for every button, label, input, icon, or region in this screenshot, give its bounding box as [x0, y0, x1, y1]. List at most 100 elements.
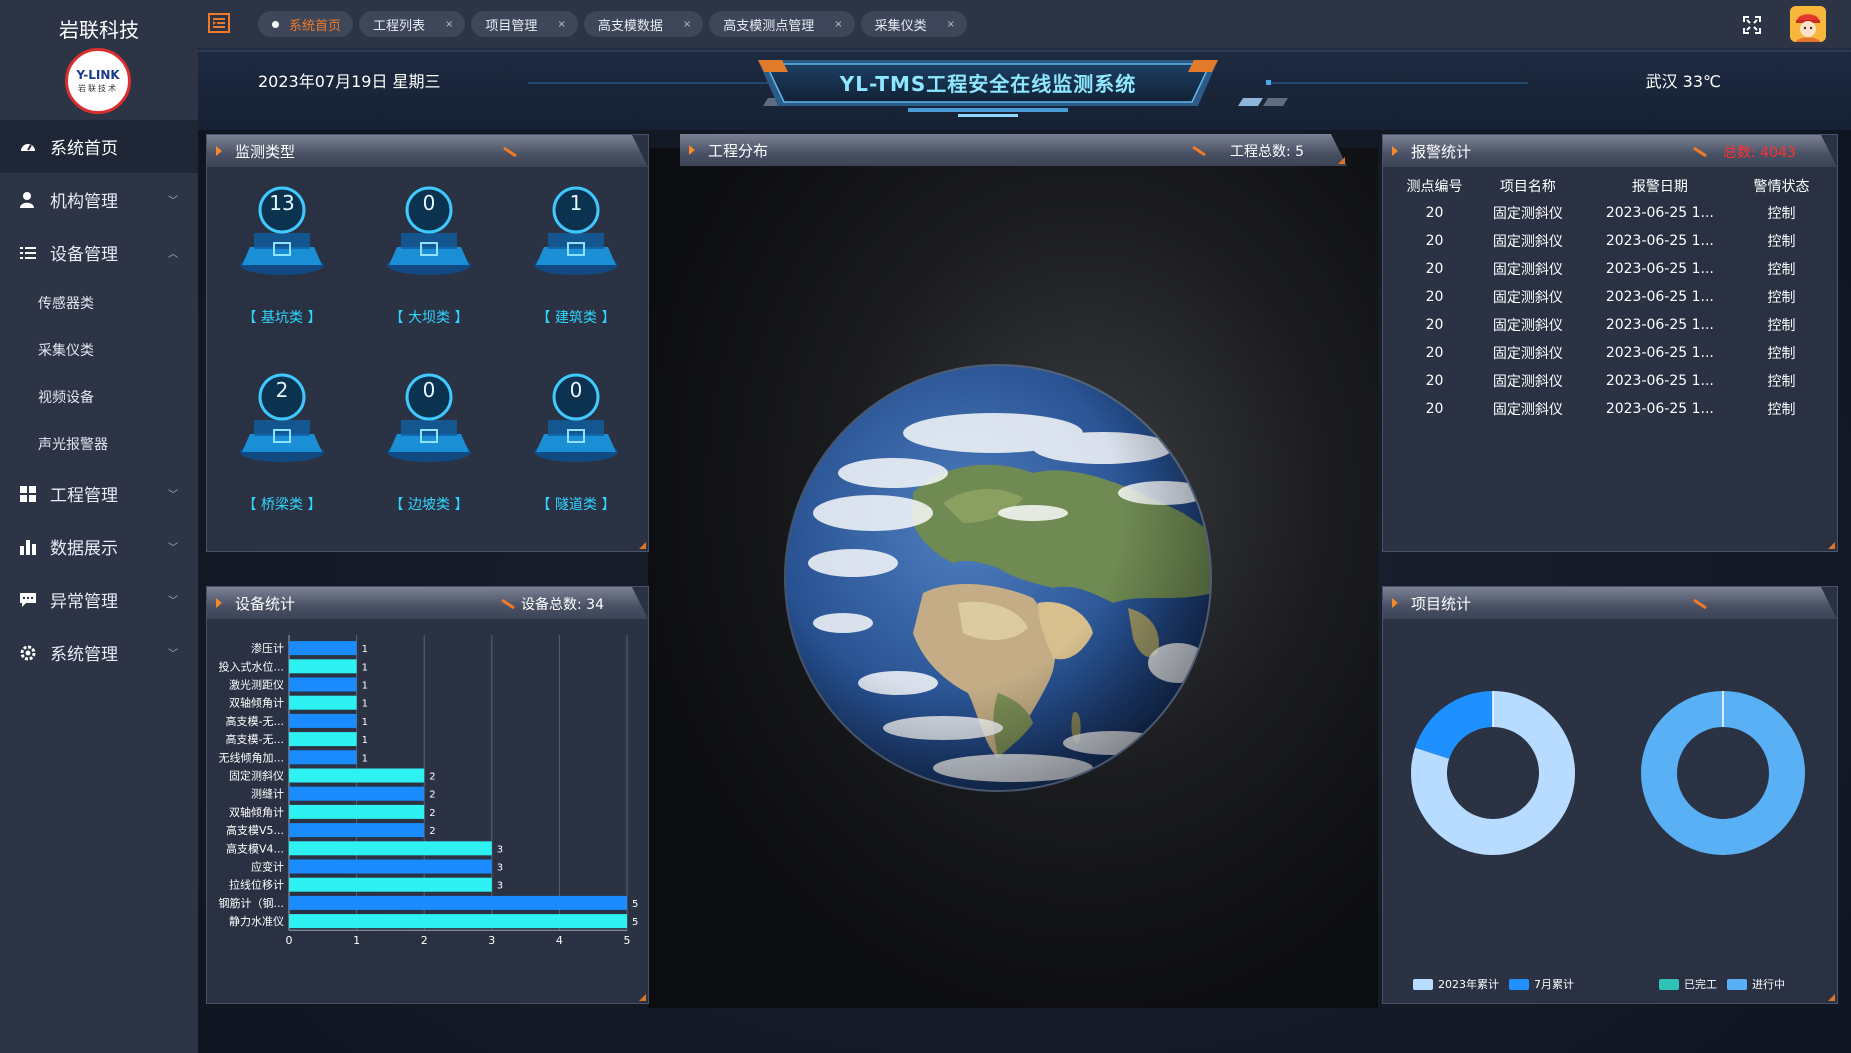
cell-status: 控制: [1767, 290, 1796, 306]
chart-bar[interactable]: [289, 677, 357, 692]
chart-bar[interactable]: [289, 823, 425, 838]
bar-value-label: 1: [362, 644, 368, 655]
dashboard-icon: [18, 137, 38, 157]
tab-bar: 系统首页 工程列表 × 项目管理 × 高支模数据 × 高支模测点管理 × 采集仪…: [258, 11, 968, 37]
chart-bar[interactable]: [289, 914, 627, 929]
legend-swatch: [1727, 978, 1747, 990]
earth-globe[interactable]: [783, 363, 1213, 793]
table-row[interactable]: 20 固定测斜仪 2023-06-25 1... 控制: [1393, 199, 1823, 227]
table-row[interactable]: 20 固定测斜仪 2023-06-25 1... 控制: [1393, 367, 1823, 395]
chart-bar[interactable]: [289, 732, 357, 747]
cell-name: 固定测斜仪: [1492, 346, 1563, 362]
tab-formwork-points[interactable]: 高支模测点管理 ×: [709, 11, 855, 37]
bar-value-label: 5: [632, 917, 638, 928]
monitor-count: 1: [569, 191, 583, 215]
sidebar-item-device[interactable]: 设备管理 ︿: [0, 226, 198, 279]
chart-bar[interactable]: [289, 859, 492, 874]
table-row[interactable]: 20 固定测斜仪 2023-06-25 1... 控制: [1393, 311, 1823, 339]
chevron-up-icon: ︿: [168, 249, 178, 260]
cell-id: 20: [1425, 317, 1444, 333]
table-row[interactable]: 20 固定测斜仪 2023-06-25 1... 控制: [1393, 283, 1823, 311]
tab-project-list[interactable]: 工程列表 ×: [359, 11, 466, 37]
panel-title: 工程分布: [708, 142, 769, 160]
chart-bar[interactable]: [289, 786, 425, 801]
bar-value-label: 2: [429, 808, 435, 819]
table-row[interactable]: 20 固定测斜仪 2023-06-25 1... 控制: [1393, 255, 1823, 283]
monitor-type-slope[interactable]: 0 【 边坡类 】: [369, 366, 489, 526]
close-icon[interactable]: ×: [683, 19, 691, 30]
dashboard: 2023年07月19日 星期三 YL-TMS工程安全在线监测系统 武汉 33℃: [198, 48, 1851, 1053]
chart-bar[interactable]: [289, 659, 357, 674]
y-tick-label: 固定测斜仪: [229, 769, 284, 783]
chart-bar[interactable]: [289, 695, 357, 710]
project-distribution-panel: 工程分布 工程总数: 5: [680, 134, 1347, 166]
y-tick-label: 双轴倾角计: [229, 805, 284, 819]
tab-project-management[interactable]: 项目管理 ×: [471, 11, 578, 37]
table-row[interactable]: 20 固定测斜仪 2023-06-25 1... 控制: [1393, 227, 1823, 255]
sidebar-item-data[interactable]: 数据展示 ﹀: [0, 520, 198, 573]
chevron-down-icon: ﹀: [168, 543, 178, 554]
earth-map-view[interactable]: [648, 148, 1378, 1008]
table-row[interactable]: 20 固定测斜仪 2023-06-25 1... 控制: [1393, 339, 1823, 367]
chart-bar[interactable]: [289, 877, 492, 892]
logo-text: Y-LINK: [76, 68, 120, 82]
monitor-count: 0: [569, 378, 583, 402]
close-icon[interactable]: ×: [445, 19, 453, 30]
column-header: 报警日期: [1631, 179, 1688, 195]
monitor-type-bridge[interactable]: 2 【 桥梁类 】: [222, 366, 342, 526]
sidebar-item-system[interactable]: 系统管理 ﹀: [0, 626, 198, 679]
monitor-type-label: 【 桥梁类 】: [242, 497, 322, 513]
bar-value-label: 1: [362, 735, 368, 746]
sidebar-item-label: 数据展示: [50, 539, 118, 559]
chart-bar[interactable]: [289, 895, 627, 910]
monitor-type-foundation-pit[interactable]: 13 【 基坑类 】: [222, 179, 342, 339]
chart-bar[interactable]: [289, 750, 357, 765]
sidebar-subitem-alarm-device[interactable]: 声光报警器: [0, 420, 198, 467]
donut-slice[interactable]: [1415, 691, 1493, 759]
chart-bar[interactable]: [289, 713, 357, 728]
sidebar-subitem-collector[interactable]: 采集仪类: [0, 326, 198, 373]
sidebar-item-exception[interactable]: 异常管理 ﹀: [0, 573, 198, 626]
chart-bar[interactable]: [289, 641, 357, 656]
donut-slice[interactable]: [1641, 691, 1805, 855]
sidebar-item-org[interactable]: 机构管理 ﹀: [0, 173, 198, 226]
tab-collector[interactable]: 采集仪类 ×: [860, 11, 968, 37]
fullscreen-icon[interactable]: [1743, 16, 1761, 34]
sidebar-item-label: 工程管理: [50, 486, 118, 506]
close-icon[interactable]: ×: [947, 19, 955, 30]
tab-formwork-data[interactable]: 高支模数据 ×: [583, 11, 704, 37]
sidebar-item-label: 系统首页: [50, 139, 118, 159]
cell-name: 固定测斜仪: [1492, 206, 1563, 222]
company-logo: Y-LINK 岩联技术: [65, 48, 131, 114]
sidebar-item-home[interactable]: 系统首页: [0, 120, 198, 173]
panel-header: 设备统计 设备总数: 34: [207, 587, 648, 619]
monitor-type-building[interactable]: 1 【 建筑类 】: [516, 179, 636, 339]
monitor-type-tunnel[interactable]: 0 【 隧道类 】: [516, 366, 636, 526]
menu-fold-icon[interactable]: [208, 12, 230, 34]
sidebar-item-label: 异常管理: [50, 592, 118, 612]
avatar[interactable]: [1790, 6, 1826, 42]
table-row[interactable]: 20 固定测斜仪 2023-06-25 1... 控制: [1393, 395, 1823, 423]
chart-bar[interactable]: [289, 841, 492, 856]
monitor-type-dam[interactable]: 0 【 大坝类 】: [369, 179, 489, 339]
chart-bar[interactable]: [289, 804, 425, 819]
bar-chart-icon: [18, 537, 38, 557]
sidebar-subitem-video[interactable]: 视频设备: [0, 373, 198, 420]
sidebar-subitem-sensor[interactable]: 传感器类: [0, 279, 198, 326]
close-icon[interactable]: ×: [834, 19, 842, 30]
close-icon[interactable]: ×: [557, 19, 565, 30]
system-title: YL-TMS工程安全在线监测系统: [839, 72, 1137, 96]
bar-value-label: 1: [362, 681, 368, 692]
cell-date: 2023-06-25 1...: [1605, 345, 1714, 361]
y-tick-label: 应变计: [251, 860, 284, 874]
chart-bar[interactable]: [289, 768, 425, 783]
panel-title: 项目统计: [1411, 595, 1472, 613]
sidebar-item-project[interactable]: 工程管理 ﹀: [0, 467, 198, 520]
cell-status: 控制: [1767, 234, 1796, 250]
tab-home[interactable]: 系统首页: [258, 11, 354, 37]
y-tick-label: 高支模V5...: [226, 823, 284, 837]
cell-date: 2023-06-25 1...: [1605, 401, 1714, 417]
cell-id: 20: [1425, 345, 1444, 361]
tab-label: 高支模数据: [597, 18, 663, 34]
x-tick-label: 0: [286, 934, 293, 947]
